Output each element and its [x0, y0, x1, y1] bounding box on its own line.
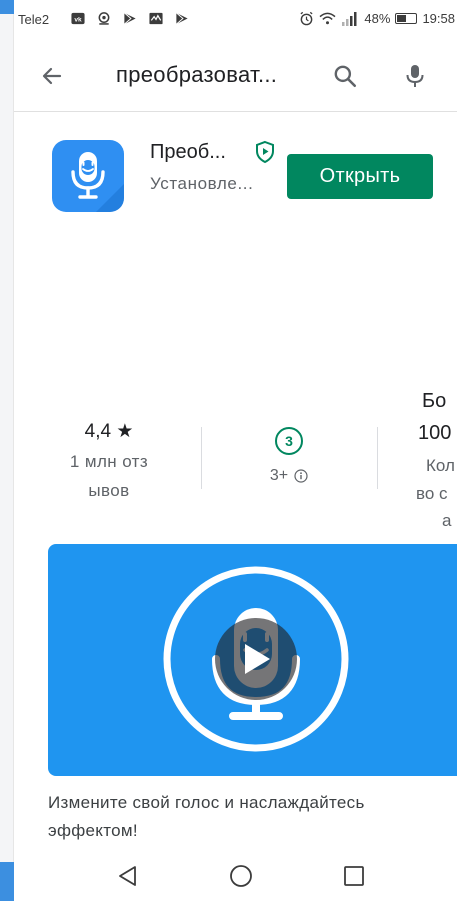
age-label: 3+	[269, 467, 289, 484]
system-nav-bar	[14, 848, 457, 901]
vk-icon: vk	[71, 12, 85, 25]
search-icon	[334, 65, 357, 88]
open-button[interactable]: Открыть	[287, 154, 433, 199]
rating-count-line-2: ывов	[88, 481, 130, 500]
link-icon	[98, 12, 110, 25]
battery-percent: 48%	[364, 11, 391, 26]
voice-search-button[interactable]	[397, 58, 433, 94]
play-button[interactable]	[215, 618, 297, 700]
app-short-description: Измените свой голос и наслаждайтесь эффе…	[48, 793, 365, 840]
app-icon[interactable]	[52, 140, 124, 212]
downloads-label-line-1: Кол	[426, 456, 455, 475]
rating-value-row: 4,4 ★	[54, 420, 164, 443]
search-header: преобразоват...	[14, 40, 457, 112]
nav-back-icon[interactable]	[116, 864, 140, 888]
mic-icon	[406, 65, 424, 87]
status-bar: Tele2 vk 48% 19:58	[14, 8, 457, 32]
age-rating-stat[interactable]: 3 3+	[244, 427, 334, 485]
age-label-row: 3+	[244, 467, 334, 485]
search-query[interactable]: преобразоват...	[116, 62, 277, 88]
svg-text:vk: vk	[74, 16, 82, 23]
status-right: 48% 19:58	[299, 11, 455, 26]
downloads-value: 100	[418, 422, 452, 444]
stat-divider	[377, 427, 378, 489]
rating-count-line-1: 1 млн отз	[69, 452, 149, 471]
install-status: Установле...	[150, 174, 254, 193]
nav-home-icon[interactable]	[228, 863, 254, 889]
stat-divider	[201, 427, 202, 489]
nav-recents-icon[interactable]	[342, 864, 366, 888]
background-window	[0, 0, 14, 901]
age-badge: 3	[275, 427, 303, 455]
carrier-name: Tele2	[18, 12, 50, 27]
info-icon	[294, 469, 308, 483]
activity-icon	[149, 12, 163, 25]
rating-count: 1 млн отз ывов	[54, 447, 164, 505]
downloads-heading: Бо	[422, 390, 447, 412]
arrow-back-icon	[42, 67, 62, 85]
star-icon: ★	[116, 421, 134, 442]
background-taskbar	[0, 862, 14, 901]
wifi-icon	[319, 12, 336, 25]
play-store-icon	[124, 12, 136, 25]
microphone-logo-icon	[71, 152, 124, 212]
battery-level-fill	[397, 15, 407, 22]
battery-icon	[395, 13, 418, 24]
downloads-label-line-2: во с	[416, 484, 448, 503]
signal-icon	[342, 11, 357, 26]
play-icon	[245, 644, 270, 674]
clock: 19:58	[422, 11, 455, 26]
verified-shield-icon	[256, 140, 274, 164]
alarm-icon	[300, 11, 313, 26]
notification-icons: vk	[70, 11, 190, 26]
rating-stat[interactable]: 4,4 ★ 1 млн отз ывов	[54, 420, 164, 505]
play-store-app: Tele2 vk 48% 19:58 преобразоват... Преоб…	[14, 0, 457, 901]
search-button[interactable]	[327, 58, 363, 94]
background-window-accent	[0, 0, 14, 14]
play-store-icon	[176, 12, 188, 25]
downloads-label-line-3: а	[442, 511, 452, 530]
promo-video[interactable]	[48, 544, 457, 776]
rating-value: 4,4	[84, 421, 112, 442]
back-button[interactable]	[34, 58, 70, 94]
app-title[interactable]: Преоб...	[150, 141, 226, 164]
